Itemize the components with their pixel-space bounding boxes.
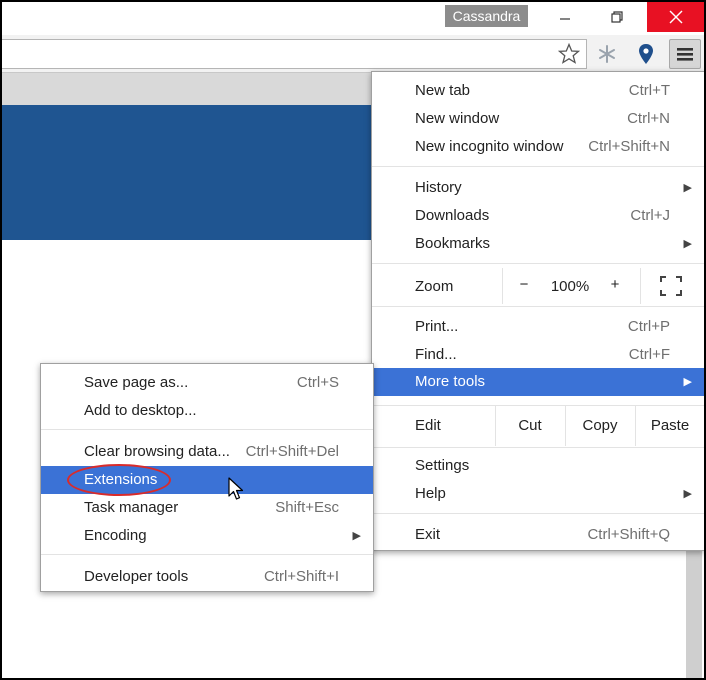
menu-item-downloads[interactable]: Downloads Ctrl+J xyxy=(372,202,704,230)
mouse-cursor xyxy=(228,477,244,506)
menu-separator xyxy=(372,263,704,264)
chrome-menu-button[interactable] xyxy=(669,39,701,69)
extension-button-1[interactable] xyxy=(592,39,622,69)
bookmark-star-button[interactable] xyxy=(554,39,584,69)
zoom-level: 100% xyxy=(550,278,590,295)
fullscreen-button[interactable] xyxy=(660,276,682,300)
close-icon xyxy=(669,10,682,24)
menu-separator xyxy=(372,166,704,167)
snowflake-extension-icon xyxy=(599,45,615,63)
zoom-in-button[interactable]: + xyxy=(605,276,625,293)
minimize-icon xyxy=(559,18,570,20)
menu-item-task-manager[interactable]: Task manager Shift+Esc xyxy=(41,494,373,522)
map-pin-extension-icon xyxy=(639,44,653,64)
hamburger-menu-icon xyxy=(677,48,693,61)
menu-item-add-to-desktop[interactable]: Add to desktop... xyxy=(41,397,373,425)
zoom-row: Zoom − 100% + xyxy=(372,268,704,304)
menu-separator xyxy=(41,429,373,430)
title-bar: Cassandra xyxy=(2,2,704,35)
menu-item-find[interactable]: Find... Ctrl+F xyxy=(372,341,704,369)
zoom-label: Zoom xyxy=(415,278,454,295)
menu-item-developer-tools[interactable]: Developer tools Ctrl+Shift+I xyxy=(41,563,373,591)
menu-item-new-incognito-window[interactable]: New incognito window Ctrl+Shift+N xyxy=(372,133,704,161)
menu-item-history[interactable]: History ▶ xyxy=(372,174,704,202)
copy-button[interactable]: Copy xyxy=(565,406,634,446)
menu-item-print[interactable]: Print... Ctrl+P xyxy=(372,313,704,341)
menu-separator xyxy=(372,447,704,448)
extension-button-2[interactable] xyxy=(631,39,661,69)
fullscreen-icon xyxy=(660,276,682,296)
menu-item-settings[interactable]: Settings xyxy=(372,452,704,480)
edit-label: Edit xyxy=(415,417,441,434)
paste-button[interactable]: Paste xyxy=(635,406,704,446)
menu-item-new-tab[interactable]: New tab Ctrl+T xyxy=(372,77,704,105)
star-icon xyxy=(558,43,580,64)
edit-row: Edit Cut Copy Paste xyxy=(372,406,704,446)
submenu-arrow-icon: ▶ xyxy=(683,182,692,194)
submenu-arrow-icon: ▶ xyxy=(683,488,692,500)
profile-button[interactable]: Cassandra xyxy=(445,5,528,27)
menu-item-exit[interactable]: Exit Ctrl+Shift+Q xyxy=(372,521,704,549)
menu-item-clear-browsing-data[interactable]: Clear browsing data... Ctrl+Shift+Del xyxy=(41,438,373,466)
submenu-arrow-icon: ▶ xyxy=(683,238,692,250)
menu-item-new-window[interactable]: New window Ctrl+N xyxy=(372,105,704,133)
submenu-arrow-icon: ▶ xyxy=(352,530,361,542)
chrome-main-menu: New tab Ctrl+T New window Ctrl+N New inc… xyxy=(371,71,704,551)
restore-button[interactable] xyxy=(594,2,639,32)
menu-item-encoding[interactable]: Encoding ▶ xyxy=(41,522,373,550)
cut-button[interactable]: Cut xyxy=(495,406,564,446)
submenu-arrow-icon: ▶ xyxy=(683,376,692,388)
arrow-cursor-icon xyxy=(228,477,244,500)
restore-icon xyxy=(610,11,623,23)
minimize-button[interactable] xyxy=(542,2,587,32)
menu-item-more-tools[interactable]: More tools ▶ xyxy=(372,368,704,396)
menu-item-help[interactable]: Help ▶ xyxy=(372,480,704,508)
more-tools-submenu: Save page as... Ctrl+S Add to desktop...… xyxy=(40,363,374,592)
close-button[interactable] xyxy=(647,2,704,32)
menu-item-save-page-as[interactable]: Save page as... Ctrl+S xyxy=(41,369,373,397)
highlight-circle-annotation xyxy=(67,464,171,496)
toolbar xyxy=(2,35,704,73)
menu-separator xyxy=(372,513,704,514)
menu-separator xyxy=(41,554,373,555)
address-bar[interactable] xyxy=(2,39,587,69)
menu-item-bookmarks[interactable]: Bookmarks ▶ xyxy=(372,230,704,258)
menu-separator xyxy=(372,306,704,307)
zoom-divider xyxy=(502,268,503,304)
browser-window: Cassandra New tab Ctrl+T New window Ctrl… xyxy=(2,2,704,678)
zoom-out-button[interactable]: − xyxy=(514,276,534,293)
zoom-divider xyxy=(640,268,641,304)
